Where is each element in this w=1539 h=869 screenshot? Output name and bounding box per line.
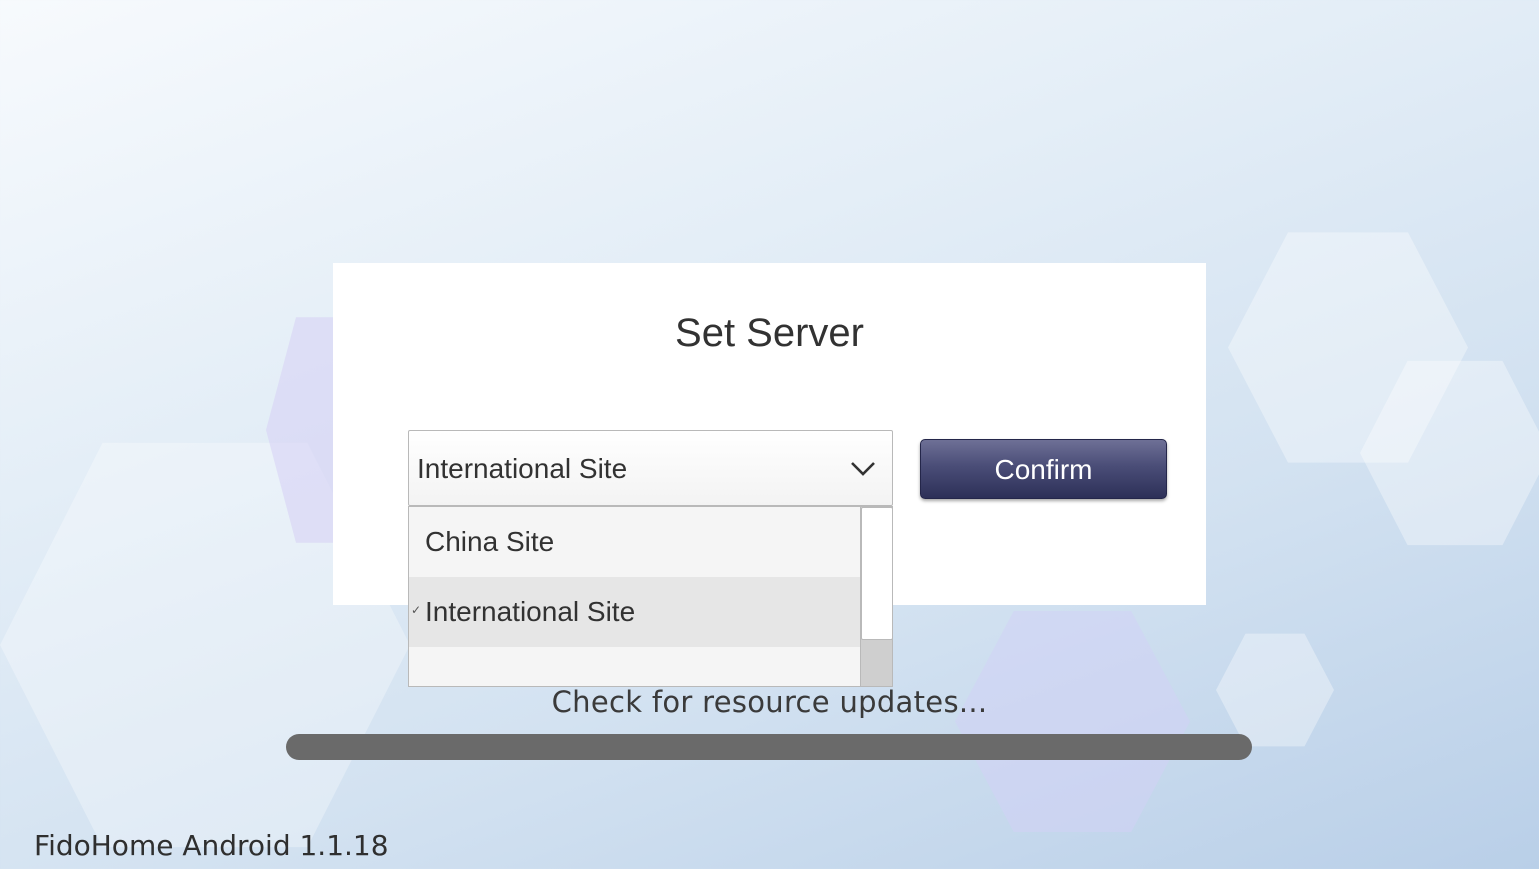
server-dropdown-list: China Site ✓ International Site [408, 506, 893, 687]
update-progress-bar [286, 734, 1252, 760]
checkmark-icon: ✓ [411, 603, 422, 617]
version-label: FidoHome Android 1.1.18 [34, 829, 389, 862]
option-label: International Site [425, 596, 636, 627]
update-status-text: Check for resource updates... [551, 685, 988, 719]
server-dropdown-value: International Site [417, 453, 628, 484]
option-label: China Site [425, 526, 555, 557]
option-international-site[interactable]: ✓ International Site [409, 577, 860, 647]
option-empty [409, 647, 860, 686]
scrollbar-thumb[interactable] [861, 507, 892, 640]
server-dropdown[interactable]: International Site [408, 430, 893, 506]
confirm-button[interactable]: Confirm [920, 439, 1167, 499]
dialog-title: Set Server [675, 311, 864, 355]
option-china-site[interactable]: China Site [409, 507, 860, 577]
chevron-down-icon [851, 462, 875, 476]
dropdown-scrollbar[interactable] [860, 507, 892, 686]
